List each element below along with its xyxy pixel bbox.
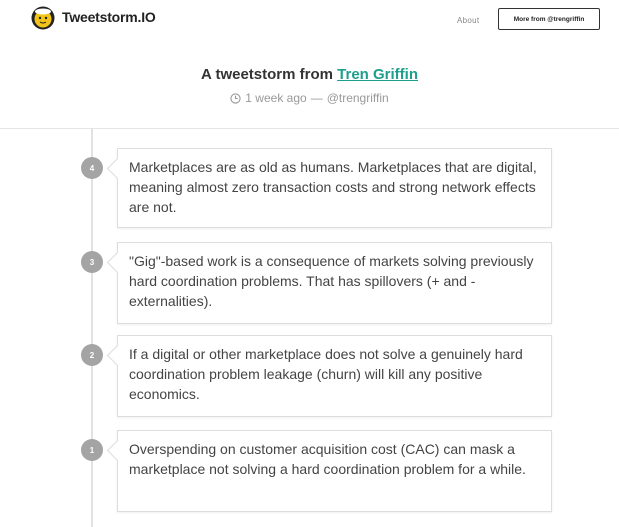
storm-meta: 1 week ago — @trengriffin: [0, 91, 619, 105]
author-link[interactable]: Tren Griffin: [337, 66, 418, 83]
title-prefix: A tweetstorm from: [201, 66, 333, 83]
tweet-number-badge: 1: [81, 439, 103, 461]
tweet-number-badge: 3: [81, 251, 103, 273]
brand-name[interactable]: Tweetstorm.IO: [62, 9, 156, 25]
site-header: Tweetstorm.IO About More from @trengriff…: [0, 0, 619, 129]
tweet-number-badge: 4: [81, 157, 103, 179]
time-ago: 1 week ago: [245, 91, 307, 105]
meta-separator: —: [310, 91, 323, 105]
tweet-text: Overspending on customer acquisition cos…: [129, 441, 526, 477]
tweet-text: "Gig"-based work is a consequence of mar…: [129, 253, 534, 309]
tweetstorm-logo-icon[interactable]: [31, 6, 55, 30]
page-title: A tweetstorm from Tren Griffin: [0, 66, 619, 83]
author-handle[interactable]: @trengriffin: [327, 91, 389, 105]
tweet-text: Marketplaces are as old as humans. Marke…: [129, 159, 537, 215]
tweet-number-badge: 2: [81, 344, 103, 366]
about-link[interactable]: About: [457, 16, 479, 25]
tweet-card[interactable]: If a digital or other marketplace does n…: [117, 335, 552, 417]
timeline-line: [91, 128, 93, 527]
tweet-card[interactable]: Marketplaces are as old as humans. Marke…: [117, 148, 552, 228]
tweet-card[interactable]: "Gig"-based work is a consequence of mar…: [117, 242, 552, 324]
tweet-text: If a digital or other marketplace does n…: [129, 346, 523, 402]
more-from-user-button[interactable]: More from @trengriffin: [498, 8, 600, 30]
tweet-card[interactable]: Overspending on customer acquisition cos…: [117, 430, 552, 512]
clock-icon: [230, 92, 241, 104]
